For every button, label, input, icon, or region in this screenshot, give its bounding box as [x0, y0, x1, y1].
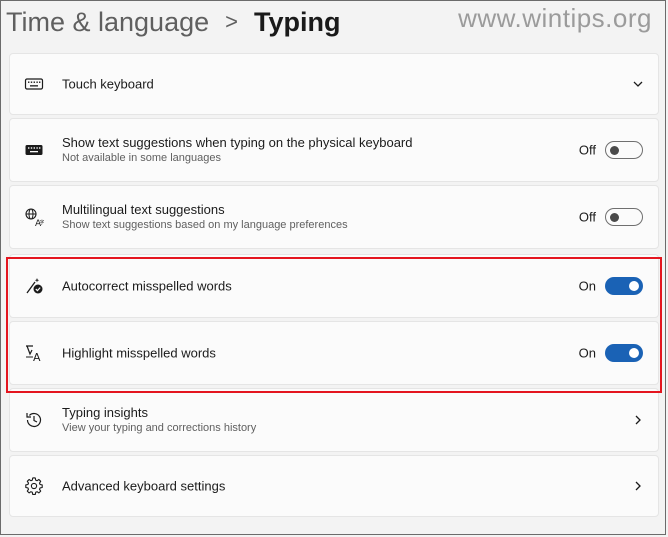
typing-insights-row[interactable]: Typing insights View your typing and cor…	[9, 388, 659, 452]
highlight-misspelled-row: A Highlight misspelled words On	[9, 321, 659, 385]
breadcrumb-parent[interactable]: Time & language	[6, 7, 209, 38]
row-text: Autocorrect misspelled words	[62, 278, 232, 295]
row-title: Highlight misspelled words	[62, 345, 216, 361]
row-title: Touch keyboard	[62, 76, 154, 92]
svg-text:字: 字	[40, 219, 45, 226]
multilingual-toggle[interactable]	[605, 208, 643, 226]
svg-text:A: A	[33, 351, 41, 363]
touch-keyboard-row[interactable]: Touch keyboard	[9, 53, 659, 115]
text-suggestions-row: Show text suggestions when typing on the…	[9, 118, 659, 182]
toggle-knob	[610, 146, 619, 155]
autocorrect-icon	[24, 276, 44, 296]
toggle-state-label: On	[578, 278, 596, 294]
text-suggestions-toggle[interactable]	[605, 141, 643, 159]
row-title: Multilingual text suggestions	[62, 202, 225, 217]
keyboard-icon	[24, 74, 44, 94]
row-text: Typing insights View your typing and cor…	[62, 404, 256, 436]
row-subtitle: View your typing and corrections history	[62, 422, 257, 434]
row-title: Typing insights	[62, 405, 148, 420]
breadcrumb-separator: >	[225, 9, 238, 34]
watermark: www.wintips.org	[458, 3, 652, 33]
toggle-knob	[629, 348, 639, 358]
row-title: Autocorrect misspelled words	[62, 278, 232, 294]
history-icon	[24, 410, 44, 430]
row-text: Highlight misspelled words	[62, 345, 216, 362]
language-icon: A字	[24, 207, 44, 227]
page-title: Typing	[253, 6, 341, 37]
advanced-keyboard-settings-row[interactable]: Advanced keyboard settings	[9, 455, 659, 517]
toggle-state-label: On	[578, 345, 596, 361]
row-text: Advanced keyboard settings	[62, 478, 225, 495]
toggle-knob	[610, 213, 619, 222]
chevron-right-icon[interactable]	[632, 414, 644, 426]
row-title: Advanced keyboard settings	[62, 478, 226, 494]
autocorrect-row: Autocorrect misspelled words On	[9, 254, 659, 318]
gear-icon	[24, 476, 44, 496]
autocorrect-toggle[interactable]	[605, 277, 643, 295]
toggle-state-label: Off	[578, 209, 596, 225]
spellcheck-highlight-icon: A	[24, 343, 44, 363]
chevron-down-icon[interactable]	[632, 78, 644, 90]
chevron-right-icon[interactable]	[632, 480, 644, 492]
keyboard-icon	[24, 140, 44, 160]
row-subtitle: Not available in some languages	[62, 152, 221, 164]
row-text: Touch keyboard	[62, 76, 154, 93]
breadcrumb: Time & language > Typing	[6, 2, 340, 42]
toggle-knob	[629, 281, 639, 291]
row-text: Multilingual text suggestions Show text …	[62, 201, 348, 233]
row-subtitle: Show text suggestions based on my langua…	[62, 219, 348, 231]
toggle-state-label: Off	[578, 142, 596, 158]
row-text: Show text suggestions when typing on the…	[62, 134, 413, 166]
highlight-misspelled-toggle[interactable]	[605, 344, 643, 362]
multilingual-suggestions-row: A字 Multilingual text suggestions Show te…	[9, 185, 659, 249]
row-title: Show text suggestions when typing on the…	[62, 135, 413, 150]
